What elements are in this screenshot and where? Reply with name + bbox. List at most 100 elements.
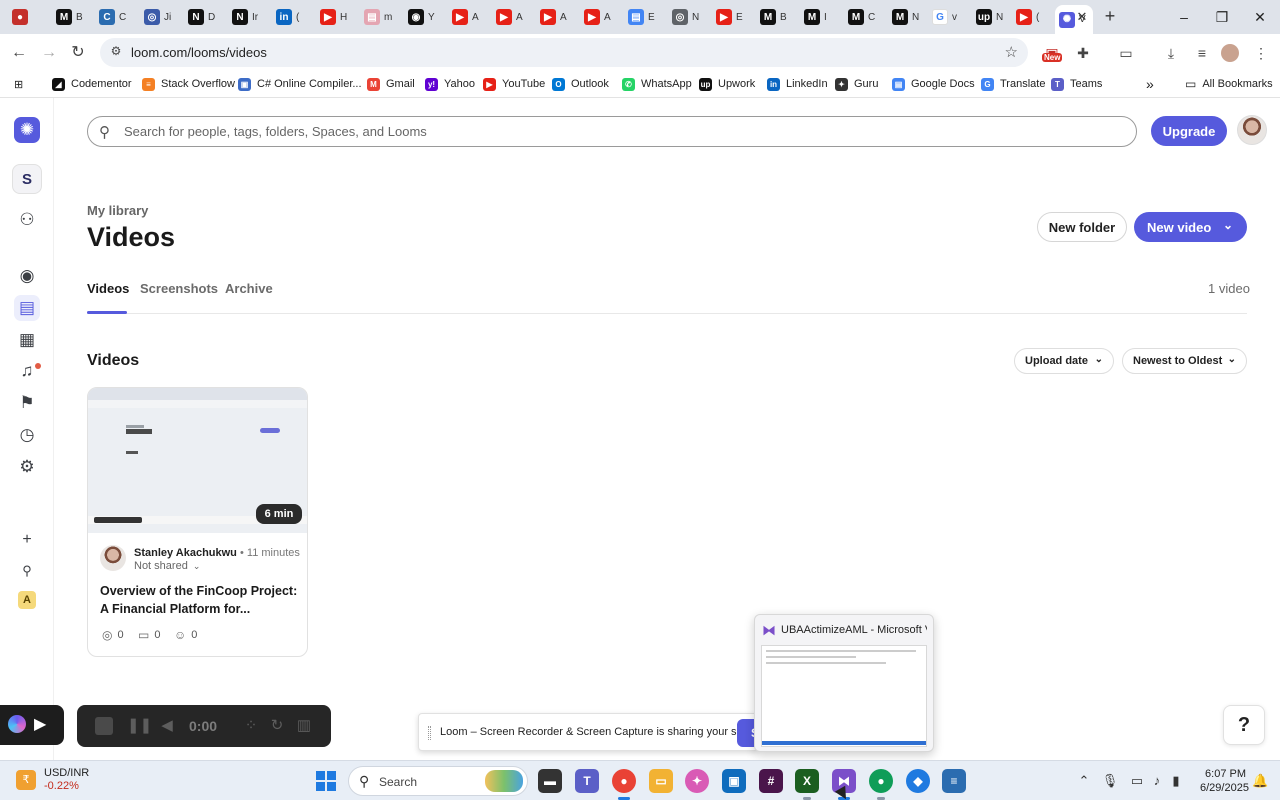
browser-tab[interactable]: in ( [272,5,308,29]
browser-tab[interactable]: up N [972,5,1008,29]
browser-tab[interactable]: ● [8,5,44,29]
display-icon[interactable]: ▭ [1128,773,1146,789]
browser-tab[interactable]: ▶ A [492,5,528,29]
apps-grid-icon[interactable]: ⊞ [14,76,23,92]
download-icon[interactable]: ⤓ [1161,43,1181,63]
profile-avatar[interactable] [1221,44,1239,62]
rail-badge[interactable]: A [18,591,36,609]
trash-icon[interactable]: ▥ [294,716,314,736]
browser-tab[interactable]: ▤ m [360,5,396,29]
windows-start-icon[interactable] [316,771,336,791]
recorder-launcher[interactable]: ▶ [0,705,64,745]
author-name[interactable]: Stanley Akachukwu [134,547,237,559]
browser-tab[interactable]: ▤ E [624,5,660,29]
bell-icon[interactable]: ♫ [14,358,40,384]
preview-thumbnail[interactable] [761,645,927,747]
bookmark-item[interactable]: up Upwork [699,76,755,92]
browser-tab[interactable]: ND [184,5,220,29]
chevron-down-icon[interactable]: ⌄ [1223,218,1233,232]
browser-tab[interactable]: ◎ Ji [140,5,176,29]
sort-by-dropdown[interactable]: Upload date ⌄ [1014,348,1114,374]
bookmark-item[interactable]: O Outlook [552,76,609,92]
loom-logo-icon[interactable]: ✺ [14,117,40,143]
bookmark-item[interactable]: ✦ Guru [835,76,878,92]
browser-tab[interactable]: ◉ Y [404,5,440,29]
browser-tab[interactable]: Gv [928,5,964,29]
chevron-up-icon[interactable]: ⌃ [1075,773,1093,789]
new-tab-button[interactable]: + [1101,7,1119,25]
address-bar[interactable]: ⚙ loom.com/looms/videos ☆ [100,38,1028,67]
new-folder-button[interactable]: New folder [1037,212,1127,242]
help-button[interactable]: ? [1223,705,1265,745]
pause-icon[interactable]: ❚❚ [127,716,152,736]
tab-videos[interactable]: Videos [87,281,129,296]
slack-icon[interactable]: # [759,769,783,793]
bookmark-item[interactable]: in LinkedIn [767,76,828,92]
bookmark-item[interactable]: ▶ YouTube [483,76,545,92]
bookmark-item[interactable]: G Translate [981,76,1045,92]
search-input[interactable]: ⚲ Search for people, tags, folders, Spac… [87,116,1137,147]
browser-tab[interactable]: ◎ N [668,5,704,29]
back-arrow-icon[interactable]: ← [8,42,30,64]
excel-like-icon[interactable]: X [795,769,819,800]
browser-tab[interactable]: MB [52,5,88,29]
add-icon[interactable]: + [14,527,40,553]
chrome-icon[interactable]: ● [612,769,636,800]
stop-recording-button[interactable] [95,717,113,735]
browser-tab[interactable]: ▶ A [448,5,484,29]
media-control-icon[interactable]: ≡ [1192,43,1212,63]
close-window-icon[interactable]: ✕ [1250,7,1270,27]
more-bookmarks-icon[interactable]: » [1146,76,1154,92]
notepad-icon[interactable]: ≡ [942,769,966,793]
browser-tab[interactable]: ▶( [1012,5,1048,29]
new-video-button[interactable]: New video ⌄ [1134,212,1247,242]
search-icon[interactable]: ⚲ [14,558,40,584]
upgrade-button[interactable]: Upgrade [1151,116,1227,146]
drag-grip-icon[interactable] [428,726,431,740]
restore-icon[interactable]: ❐ [1212,7,1232,27]
bookmark-item[interactable]: M Gmail [367,76,415,92]
rewind-icon[interactable]: ◀ [157,716,177,736]
settings-gear-icon[interactable]: ⚙ [14,454,40,480]
all-bookmarks[interactable]: ▭ All Bookmarks [1185,76,1273,92]
close-tab-icon[interactable]: ✕ [1074,9,1090,25]
browser-tab[interactable]: ▶ H [316,5,352,29]
forward-arrow-icon[interactable]: → [38,42,60,64]
market-ticker[interactable]: ₹ USD/INR -0.22% [16,767,89,793]
microphone-icon[interactable]: 🎙 [1101,773,1119,789]
calendar-icon[interactable]: ▦ [14,327,40,353]
reload-icon[interactable]: ↻ [67,42,89,64]
restart-icon[interactable]: ↻ [267,716,287,736]
browser-tab[interactable]: CC [95,5,131,29]
browser-tab[interactable]: N Ir [228,5,264,29]
drag-handle-icon[interactable]: ⁘ [241,716,261,736]
person-icon[interactable]: ◉ [14,263,40,289]
site-info-icon[interactable]: ⚙ [108,44,124,60]
taskbar-search[interactable]: ⚲ Search [348,766,528,796]
library-icon[interactable]: ▤ [14,295,40,321]
loom-orb-icon[interactable] [8,715,26,733]
volume-icon[interactable]: ♪ [1148,773,1166,788]
camera-icon[interactable]: ▶ [34,714,46,734]
browser-tab[interactable]: MN [888,5,924,29]
extensions-icon[interactable]: ✚ [1073,43,1093,63]
browser-tab[interactable]: ▶ E [712,5,748,29]
taskbar-window-preview[interactable]: ⧓ UBAActimizeAML - Microsoft Vi... [754,614,934,752]
bookmark-item[interactable]: T Teams [1051,76,1102,92]
bookmark-item[interactable]: y! Yahoo [425,76,475,92]
bookmark-icon[interactable]: ⚑ [14,390,40,416]
bookmark-item[interactable]: ◢ Codementor [52,76,132,92]
tab-archive[interactable]: Archive [225,281,273,296]
user-avatar[interactable] [1237,115,1267,145]
minimize-icon[interactable]: – [1174,7,1194,27]
bookmark-item[interactable]: ▤ Google Docs [892,76,975,92]
copilot-icon[interactable]: ✦ [685,769,709,793]
battery-icon[interactable]: ▮ [1167,773,1185,789]
browser-tab[interactable]: ▶ A [536,5,572,29]
tab-search-icon[interactable]: ▭ [1116,43,1136,63]
browser-tab[interactable]: MB [756,5,792,29]
bookmark-item[interactable]: ✆ WhatsApp [622,76,692,92]
notification-bell-icon[interactable]: 🔔 [1252,773,1268,789]
browser-tab[interactable]: MI [800,5,836,29]
menu-dots-icon[interactable]: ⋮ [1251,43,1271,63]
